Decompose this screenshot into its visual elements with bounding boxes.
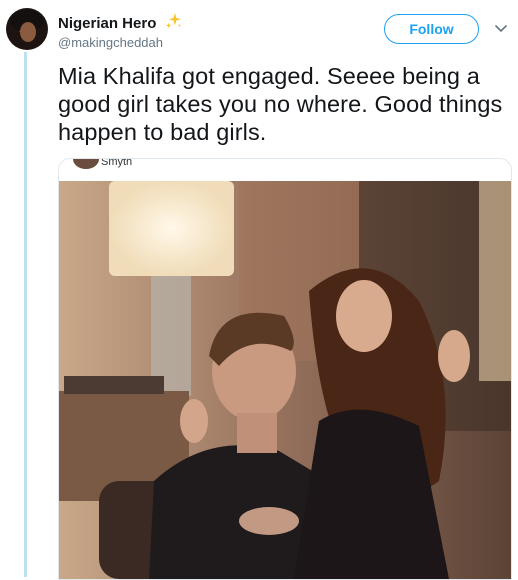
- display-name[interactable]: Nigerian Hero: [58, 15, 156, 32]
- tweet-text: Mia Khalifa got engaged. Seeee being a g…: [58, 63, 503, 145]
- chevron-down-icon[interactable]: [495, 24, 507, 34]
- media-card[interactable]: Smyth: [58, 158, 512, 580]
- follow-button[interactable]: Follow: [384, 14, 479, 44]
- sparkles-icon: [165, 12, 182, 29]
- user-handle[interactable]: @makingcheddah: [58, 35, 183, 50]
- avatar[interactable]: [6, 8, 48, 50]
- author-block[interactable]: Nigerian Hero @makingcheddah: [58, 12, 183, 50]
- thread-line: [24, 52, 27, 577]
- avatar-face: [20, 22, 36, 42]
- media-caption: Smyth: [101, 158, 133, 168]
- embedded-avatar: [73, 159, 99, 169]
- tweet-photo[interactable]: [59, 181, 511, 579]
